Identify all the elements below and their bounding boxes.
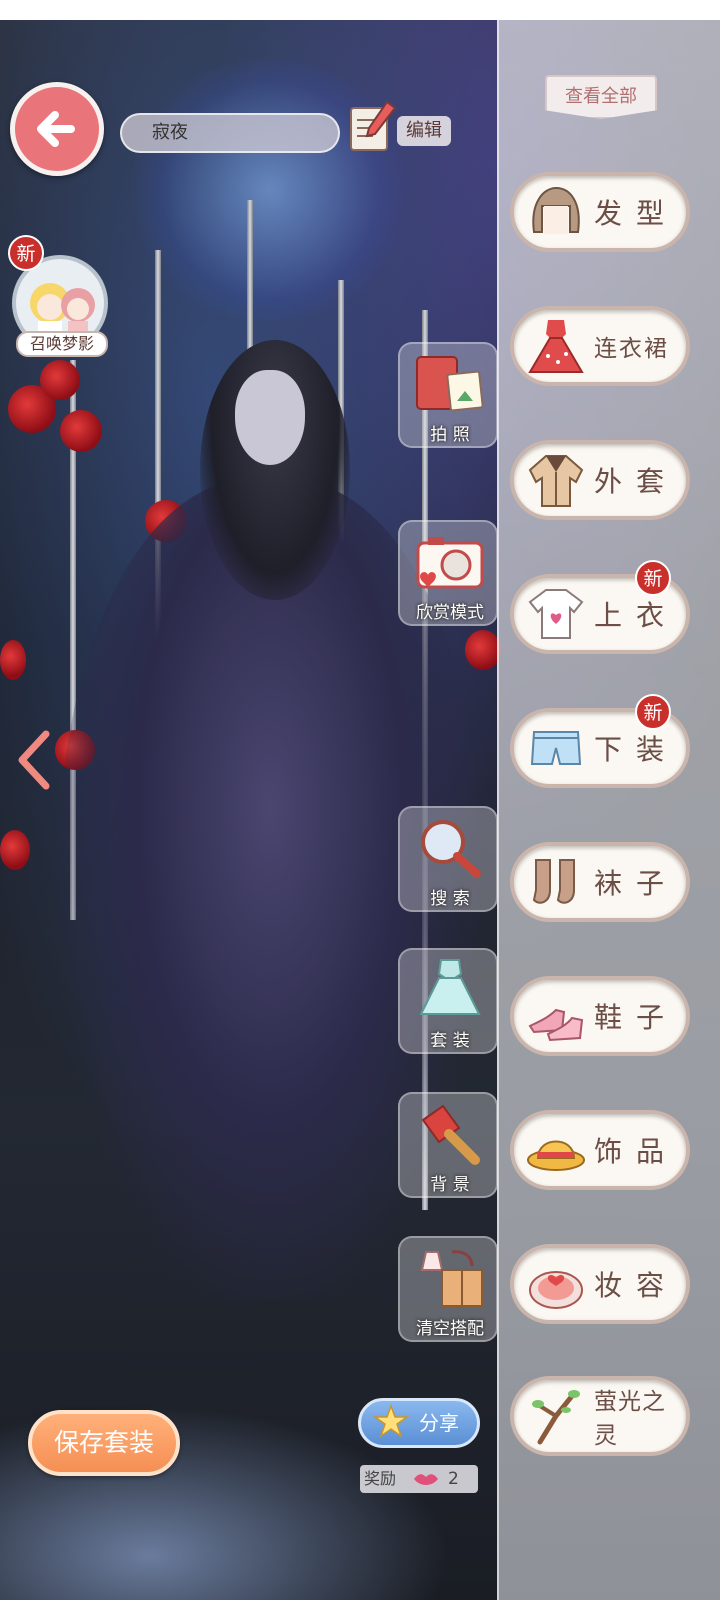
status-bar xyxy=(0,0,720,20)
paintbrush-icon xyxy=(421,1104,480,1165)
share-button[interactable]: 分享 xyxy=(358,1398,480,1448)
shoes-icon xyxy=(528,1008,584,1042)
category-shoes[interactable]: 鞋子 xyxy=(510,976,690,1056)
category-hair-label: 发型 xyxy=(594,197,679,230)
coat-icon xyxy=(528,455,584,507)
character-face xyxy=(235,370,305,465)
background-button[interactable]: 背 景 xyxy=(398,1092,498,1198)
chevron-left-icon xyxy=(18,730,50,790)
bottom-new-badge: 新 xyxy=(635,694,671,730)
category-dress[interactable]: 连衣裙 xyxy=(510,306,690,386)
save-outfit-button[interactable]: 保存套装 xyxy=(28,1410,180,1476)
view-mode-label: 欣赏模式 xyxy=(416,603,484,623)
category-makeup-label: 妆容 xyxy=(594,1269,679,1302)
background-label: 背 景 xyxy=(430,1175,470,1195)
rose xyxy=(60,410,102,452)
suit-icon xyxy=(419,959,481,1015)
category-coat[interactable]: 外套 xyxy=(510,440,690,520)
hat-icon xyxy=(527,1140,585,1171)
tshirt-icon xyxy=(528,589,584,639)
photo-label: 拍 照 xyxy=(430,425,470,445)
photo-button[interactable]: 拍 照 xyxy=(398,342,498,448)
category-socks-label: 袜子 xyxy=(594,867,679,900)
socks-icon xyxy=(532,859,575,904)
category-makeup[interactable]: 妆容 xyxy=(510,1244,690,1324)
rose xyxy=(0,640,26,680)
hair-icon xyxy=(532,186,580,234)
magnifier-icon xyxy=(421,820,481,878)
suit-button[interactable]: 套 装 xyxy=(398,948,498,1054)
collapse-left-button[interactable] xyxy=(14,728,54,792)
back-arrow-icon xyxy=(37,111,75,147)
search-button[interactable]: 搜 索 xyxy=(398,806,498,912)
suit-label: 套 装 xyxy=(430,1031,470,1051)
reward-label: 奖励 xyxy=(364,1469,397,1488)
back-button[interactable] xyxy=(10,82,104,176)
category-firefly-spirit-label: 萤光之灵 xyxy=(594,1389,666,1449)
category-panel xyxy=(497,20,720,1600)
search-label: 搜 索 xyxy=(430,889,470,909)
category-dress-label: 连衣裙 xyxy=(594,336,669,362)
lips-icon xyxy=(414,1474,438,1485)
reward-count: 2 xyxy=(448,1469,459,1489)
category-top-label: 上衣 xyxy=(594,599,679,632)
camera-icon xyxy=(416,537,484,589)
compact-icon xyxy=(529,1271,583,1309)
clear-outfit-icon xyxy=(420,1250,483,1307)
category-accessories[interactable]: 饰品 xyxy=(510,1110,690,1190)
category-shoes-label: 鞋子 xyxy=(594,1001,679,1034)
category-socks[interactable]: 袜子 xyxy=(510,842,690,922)
star-hand-icon xyxy=(372,1403,410,1438)
pencil-icon xyxy=(350,100,397,151)
rose xyxy=(0,830,30,870)
category-hair[interactable]: 发型 xyxy=(510,172,690,252)
view-mode-button[interactable]: 欣赏模式 xyxy=(398,520,498,626)
rose xyxy=(465,630,501,670)
summon-new-badge: 新 xyxy=(8,235,44,271)
category-bottom-label: 下装 xyxy=(594,733,679,766)
branch-icon xyxy=(532,1390,580,1445)
category-coat-label: 外套 xyxy=(594,465,679,498)
outfit-name-field[interactable]: 寂夜 xyxy=(120,113,340,153)
dress-icon xyxy=(528,320,584,373)
clear-outfit-button[interactable]: 清空搭配 xyxy=(398,1236,498,1342)
view-all-button[interactable]: 查看全部 xyxy=(545,75,657,119)
category-accessories-label: 饰品 xyxy=(594,1135,679,1168)
dressup-screen: 寂夜 编辑 新 召唤梦影 拍 照 欣赏模式 搜 索 套 装 背 景 清空搭配 查… xyxy=(0,0,720,1600)
reward-indicator: 奖励 2 xyxy=(360,1465,478,1493)
summon-button[interactable]: 新 召唤梦影 xyxy=(8,235,113,360)
album-icon xyxy=(416,356,484,412)
edit-label: 编辑 xyxy=(397,116,451,146)
category-firefly-spirit[interactable]: 萤光之灵 xyxy=(510,1376,690,1456)
edit-button[interactable]: 编辑 xyxy=(347,98,451,154)
shorts-icon xyxy=(530,731,582,765)
share-label: 分享 xyxy=(419,1411,459,1435)
top-new-badge: 新 xyxy=(635,560,671,596)
rose xyxy=(40,360,80,400)
summon-label: 召唤梦影 xyxy=(16,331,108,357)
clear-outfit-label: 清空搭配 xyxy=(416,1319,484,1339)
